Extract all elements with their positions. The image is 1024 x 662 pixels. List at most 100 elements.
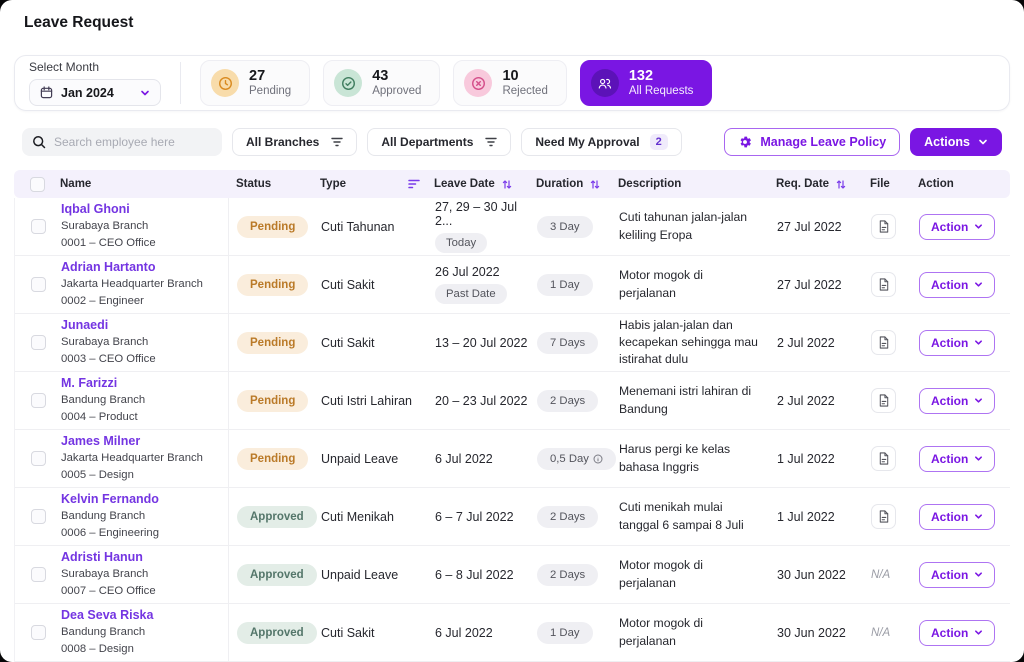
employee-name-link[interactable]: Junaedi: [61, 318, 218, 332]
departments-filter-button[interactable]: All Departments: [367, 128, 511, 156]
stat-card-rejected[interactable]: 10 Rejected: [453, 60, 566, 106]
employee-branch: Bandung Branch: [61, 393, 218, 408]
row-checkbox[interactable]: [31, 625, 46, 640]
employee-name-link[interactable]: James Milner: [61, 434, 218, 448]
request-date: 30 Jun 2022: [777, 568, 871, 582]
stat-card-all-requests[interactable]: 132 All Requests: [580, 60, 713, 106]
users-icon: [591, 69, 619, 97]
header-status: Status: [228, 178, 320, 190]
select-all-checkbox[interactable]: [30, 177, 45, 192]
employee-name-link[interactable]: Iqbal Ghoni: [61, 202, 218, 216]
description: Motor mogok di perjalanan: [619, 557, 777, 591]
status-badge: Pending: [237, 274, 308, 296]
row-action-button[interactable]: Action: [919, 388, 995, 414]
duration-cell: 7 Days: [537, 332, 619, 354]
departments-filter-label: All Departments: [381, 135, 473, 149]
sort-arrows-icon[interactable]: [590, 179, 600, 190]
stat-label: Rejected: [502, 85, 547, 99]
row-checkbox[interactable]: [31, 277, 46, 292]
request-date: 27 Jul 2022: [777, 220, 871, 234]
file-not-available: N/A: [871, 569, 890, 581]
employee-code: 0001 – CEO Office: [61, 236, 218, 251]
stat-card-approved[interactable]: 43 Approved: [323, 60, 440, 106]
month-select[interactable]: Jan 2024: [29, 79, 161, 106]
employee-name-link[interactable]: M. Farizzi: [61, 376, 218, 390]
row-checkbox[interactable]: [31, 451, 46, 466]
status-badge: Approved: [237, 564, 317, 586]
file-attachment-button[interactable]: [871, 446, 896, 471]
stat-value: 10: [502, 67, 547, 85]
chevron-down-icon: [140, 88, 150, 98]
header-type: Type: [320, 178, 434, 190]
actions-button[interactable]: Actions: [910, 128, 1002, 156]
document-icon: [878, 336, 890, 349]
row-action-button[interactable]: Action: [919, 562, 995, 588]
document-icon: [878, 220, 890, 233]
need-my-approval-label: Need My Approval: [535, 135, 639, 149]
chevron-down-icon: [974, 338, 983, 347]
employee-name-link[interactable]: Adrian Hartanto: [61, 260, 218, 274]
branches-filter-button[interactable]: All Branches: [232, 128, 357, 156]
row-checkbox[interactable]: [31, 393, 46, 408]
description: Motor mogok di perjalanan: [619, 267, 777, 301]
duration-value: 2 Days: [550, 395, 585, 407]
file-not-available: N/A: [871, 627, 890, 639]
request-date: 1 Jul 2022: [777, 452, 871, 466]
employee-name-link[interactable]: Kelvin Fernando: [61, 492, 218, 506]
file-attachment-button[interactable]: [871, 504, 896, 529]
table-row: Adristi Hanun Surabaya Branch 0007 – CEO…: [15, 546, 1010, 604]
search-input[interactable]: [54, 135, 212, 149]
sort-arrows-icon[interactable]: [836, 179, 846, 190]
stat-value: 27: [249, 67, 291, 85]
stat-label: Pending: [249, 85, 291, 99]
row-action-button[interactable]: Action: [919, 504, 995, 530]
employee-cell: Kelvin Fernando Bandung Branch 0006 – En…: [59, 488, 229, 545]
date-relative-badge: Past Date: [435, 284, 507, 304]
divider: [180, 62, 181, 104]
sort-arrows-icon[interactable]: [502, 179, 512, 190]
header-file: File: [870, 178, 918, 190]
file-attachment-button[interactable]: [871, 388, 896, 413]
file-attachment-button[interactable]: [871, 330, 896, 355]
row-action-button[interactable]: Action: [919, 620, 995, 646]
status-badge: Pending: [237, 448, 308, 470]
branches-filter-label: All Branches: [246, 135, 319, 149]
leave-date-cell: 6 Jul 2022: [435, 626, 537, 640]
leave-date-cell: 26 Jul 2022 Past Date: [435, 265, 537, 304]
leave-date-cell: 13 – 20 Jul 2022: [435, 336, 537, 350]
need-my-approval-button[interactable]: Need My Approval 2: [521, 128, 681, 156]
leave-date: 6 – 7 Jul 2022: [435, 510, 514, 524]
employee-cell: Adrian Hartanto Jakarta Headquarter Bran…: [59, 256, 229, 313]
clock-icon: [211, 69, 239, 97]
gear-icon: [738, 135, 752, 149]
calendar-icon: [40, 86, 53, 99]
table-row: Kelvin Fernando Bandung Branch 0006 – En…: [15, 488, 1010, 546]
description: Menemani istri lahiran di Bandung: [619, 383, 777, 417]
leave-date: 6 Jul 2022: [435, 452, 493, 466]
x-circle-icon: [464, 69, 492, 97]
stat-card-pending[interactable]: 27 Pending: [200, 60, 310, 106]
info-icon: [593, 454, 603, 464]
leave-type: Unpaid Leave: [321, 568, 435, 582]
duration-cell: 1 Day: [537, 274, 619, 296]
header-description: Description: [618, 178, 776, 190]
duration-value: 7 Days: [550, 337, 585, 349]
row-action-button[interactable]: Action: [919, 330, 995, 356]
employee-name-link[interactable]: Adristi Hanun: [61, 550, 218, 564]
leave-type: Unpaid Leave: [321, 452, 435, 466]
leave-date-cell: 6 – 8 Jul 2022: [435, 568, 537, 582]
file-attachment-button[interactable]: [871, 214, 896, 239]
file-attachment-button[interactable]: [871, 272, 896, 297]
row-action-button[interactable]: Action: [919, 272, 995, 298]
manage-leave-policy-button[interactable]: Manage Leave Policy: [724, 128, 900, 156]
row-action-button[interactable]: Action: [919, 214, 995, 240]
employee-name-link[interactable]: Dea Seva Riska: [61, 608, 218, 622]
row-action-button[interactable]: Action: [919, 446, 995, 472]
row-checkbox[interactable]: [31, 509, 46, 524]
row-checkbox[interactable]: [31, 335, 46, 350]
filter-lines-icon[interactable]: [408, 179, 420, 189]
leave-date-cell: 6 Jul 2022: [435, 452, 537, 466]
row-checkbox[interactable]: [31, 219, 46, 234]
leave-date: 26 Jul 2022: [435, 265, 500, 279]
row-checkbox[interactable]: [31, 567, 46, 582]
